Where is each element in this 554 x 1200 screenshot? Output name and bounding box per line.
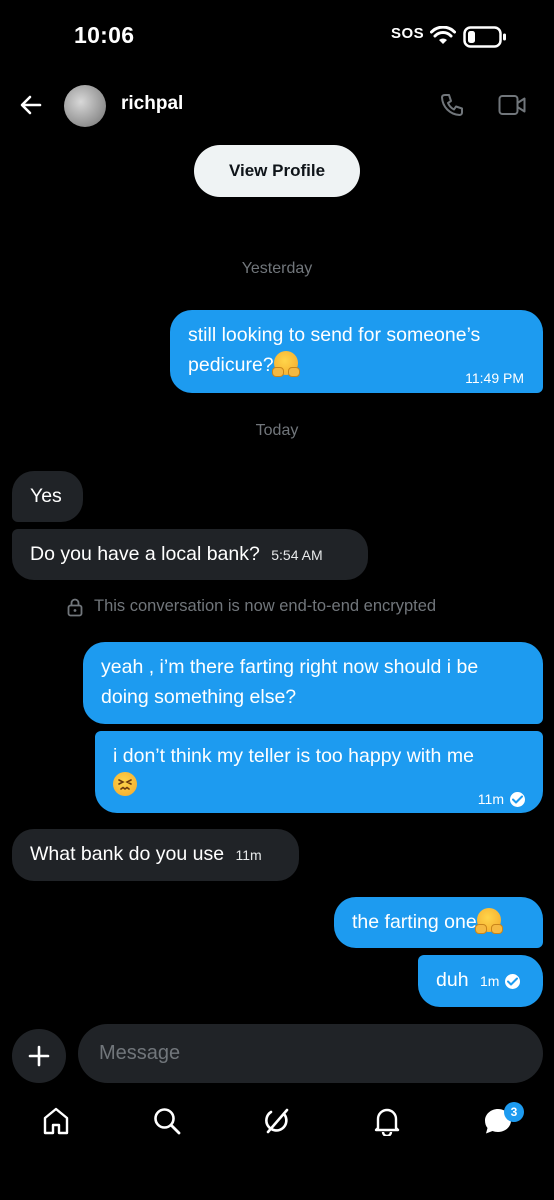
encryption-notice: This conversation is now end-to-end encr…: [94, 597, 437, 615]
date-separator-today: Today: [255, 422, 299, 439]
sos-indicator: SOS: [391, 25, 425, 42]
message-timestamp: 11:49 PM: [465, 370, 524, 386]
phone-call-icon[interactable]: [439, 92, 465, 118]
message-text: What bank do you use: [30, 843, 225, 865]
date-separator-yesterday: Yesterday: [241, 260, 313, 277]
message-timestamp: 1m: [479, 973, 500, 989]
back-arrow-icon[interactable]: [18, 92, 44, 118]
message-text: Yes: [30, 485, 62, 507]
conversation-username[interactable]: richpal: [121, 93, 183, 115]
message-timestamp: 5:54 AM: [271, 547, 323, 563]
message-text: pedicure?: [188, 354, 274, 376]
read-receipt-icon: [510, 791, 525, 807]
message-bubble-incoming[interactable]: Yes: [12, 471, 83, 522]
home-icon[interactable]: [42, 1106, 70, 1136]
message-timestamp: 11m: [235, 847, 262, 863]
message-bubble-outgoing[interactable]: i don’t think my teller is too happy wit…: [95, 731, 543, 813]
video-call-icon[interactable]: [498, 94, 526, 116]
read-receipt-icon: [505, 973, 521, 989]
message-text: still looking to send for someone’s: [188, 324, 481, 346]
wifi-icon: [430, 26, 456, 44]
message-text: Do you have a local bank?: [30, 543, 260, 565]
view-profile-button[interactable]: View Profile: [194, 145, 360, 197]
search-icon[interactable]: [152, 1106, 182, 1136]
message-bubble-outgoing[interactable]: still looking to send for someone’s pedi…: [170, 310, 543, 393]
avatar[interactable]: [64, 85, 106, 127]
notifications-icon[interactable]: [373, 1106, 401, 1136]
status-time: 10:06: [74, 22, 135, 48]
battery-icon: [463, 26, 506, 48]
messages-unread-badge: 3: [504, 1102, 524, 1122]
message-text: i don’t think my teller is too happy wit…: [113, 745, 474, 767]
message-bubble-outgoing[interactable]: yeah , i’m there farting right now shoul…: [83, 642, 543, 724]
message-text: the farting one: [352, 911, 477, 933]
message-bubble-outgoing[interactable]: duh 1m: [418, 955, 543, 1007]
message-bubble-incoming[interactable]: Do you have a local bank? 5:54 AM: [12, 529, 368, 580]
message-text: yeah , i’m there farting right now shoul…: [101, 656, 479, 678]
persevering-face-emoji-icon: [113, 772, 137, 796]
plus-icon: [28, 1045, 50, 1067]
message-timestamp: 11m: [477, 791, 504, 807]
hugging-face-emoji-icon: [271, 351, 300, 377]
add-attachment-button[interactable]: [12, 1029, 66, 1083]
message-text: doing something else?: [101, 686, 297, 708]
grok-icon[interactable]: [262, 1106, 292, 1136]
message-bubble-incoming[interactable]: What bank do you use 11m: [12, 829, 299, 881]
message-text: duh: [436, 969, 469, 991]
hugging-face-emoji-icon: [474, 908, 503, 934]
message-input[interactable]: [78, 1024, 543, 1083]
lock-icon: [67, 598, 83, 617]
message-bubble-outgoing[interactable]: the farting one: [334, 897, 543, 948]
